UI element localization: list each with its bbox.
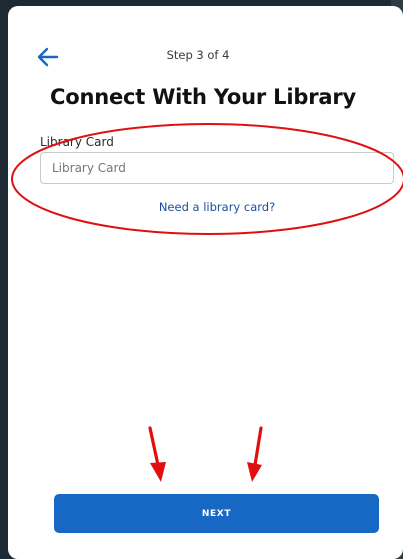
signup-card: Step 3 of 4 Connect With Your Library Li… bbox=[8, 6, 403, 559]
need-library-card-link[interactable]: Need a library card? bbox=[8, 200, 403, 214]
step-indicator: Step 3 of 4 bbox=[166, 48, 230, 62]
next-button[interactable]: NEXT bbox=[54, 494, 379, 533]
library-card-input[interactable] bbox=[40, 152, 394, 184]
page-title: Connect With Your Library bbox=[50, 85, 356, 109]
library-card-label: Library Card bbox=[40, 135, 114, 149]
